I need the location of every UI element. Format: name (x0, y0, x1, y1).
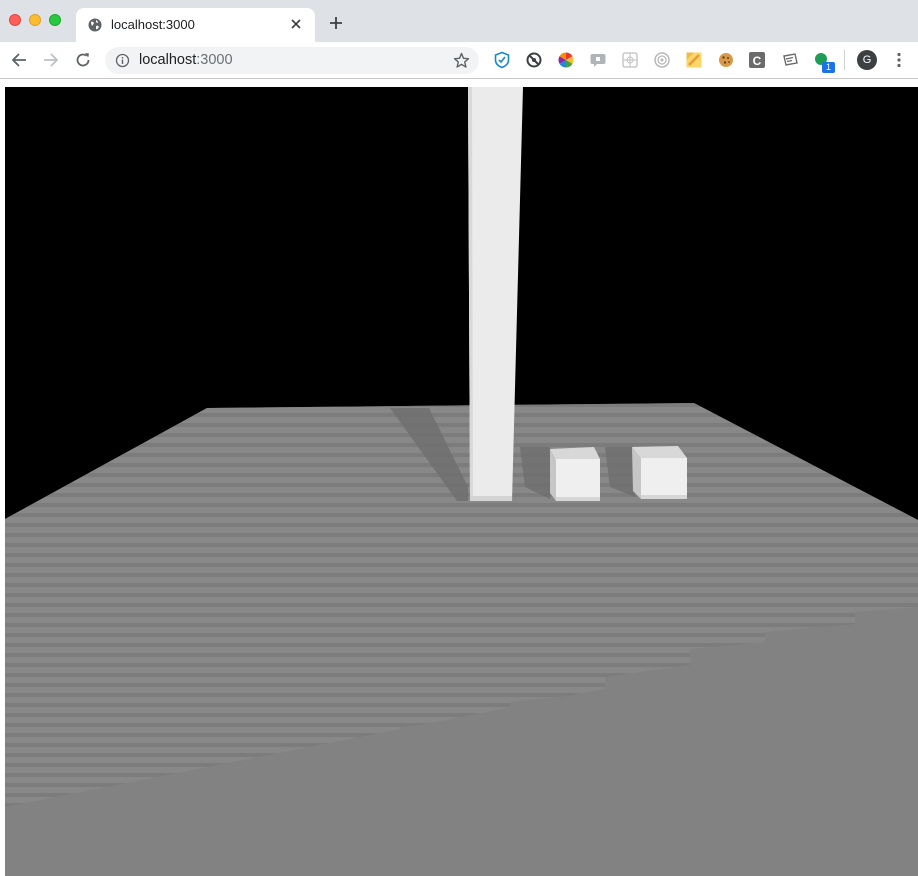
address-bar[interactable]: localhost:3000 (105, 47, 479, 74)
bookmark-star-icon[interactable] (453, 52, 470, 69)
color-wheel-extension-icon[interactable] (557, 51, 575, 69)
tab-title: localhost:3000 (111, 17, 195, 32)
cube-1-top (550, 447, 600, 461)
pillar-base (470, 496, 512, 501)
profile-avatar[interactable]: G (857, 50, 877, 70)
target-extension-icon[interactable] (653, 51, 671, 69)
close-window-button[interactable] (9, 14, 21, 26)
grid-extension-icon[interactable] (621, 51, 639, 69)
chat-extension-icon[interactable] (589, 51, 607, 69)
cube-2-top (632, 446, 687, 459)
cube-2-front (641, 458, 687, 499)
scene-render (5, 87, 918, 876)
url-text: localhost:3000 (139, 52, 233, 68)
tab-strip: localhost:3000 (0, 0, 918, 42)
more-menu-icon[interactable] (893, 51, 905, 69)
cube-1-front (556, 459, 600, 501)
webgl-canvas[interactable] (5, 87, 918, 876)
new-tab-button[interactable] (328, 15, 344, 31)
cookie-extension-icon[interactable] (717, 51, 735, 69)
page-margin (0, 79, 918, 87)
url-host: localhost (139, 52, 197, 68)
c-extension-icon[interactable]: C (749, 52, 765, 68)
reload-icon[interactable] (74, 51, 92, 69)
cube-2-base (641, 495, 687, 499)
shield-extension-icon[interactable] (493, 51, 511, 69)
browser-tab[interactable]: localhost:3000 (76, 8, 315, 42)
extension-badge: 1 (822, 62, 835, 73)
forward-arrow-icon[interactable] (42, 51, 60, 69)
sync-extension-icon[interactable] (525, 51, 543, 69)
cube-1-base (556, 497, 600, 501)
toolbar-separator (844, 50, 845, 70)
globe-icon (88, 18, 102, 32)
info-icon[interactable] (115, 53, 130, 68)
toolbar: localhost:3000 C 1 G (0, 42, 918, 78)
minimize-window-button[interactable] (29, 14, 41, 26)
note-extension-icon[interactable] (685, 51, 703, 69)
zoom-window-button[interactable] (49, 14, 61, 26)
close-icon[interactable] (289, 17, 303, 31)
card-extension-icon[interactable] (781, 51, 799, 69)
url-port: :3000 (196, 52, 233, 68)
back-arrow-icon[interactable] (10, 51, 28, 69)
